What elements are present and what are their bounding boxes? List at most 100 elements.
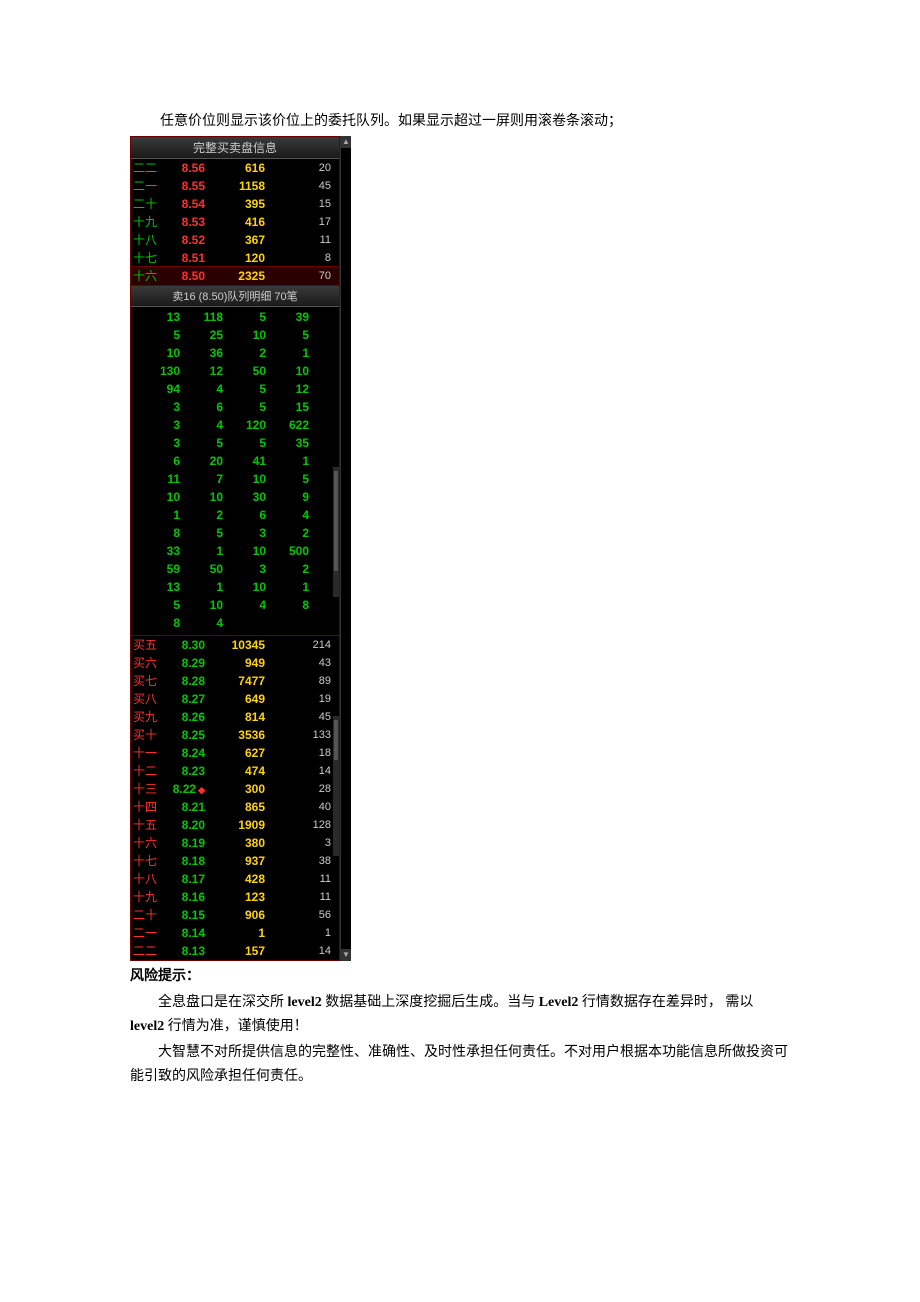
row-label: 十八 — [133, 870, 161, 888]
row-price: 8.15 — [161, 906, 205, 924]
queue-cell: 10 — [223, 579, 266, 595]
depth-row[interactable]: 十七8.1893738 — [131, 852, 339, 870]
row-volume: 416 — [205, 213, 265, 231]
queue-cell: 622 — [266, 417, 309, 433]
depth-row[interactable]: 十八8.1742811 — [131, 870, 339, 888]
depth-row[interactable]: 买五8.3010345214 — [131, 636, 339, 654]
main-scrollbar[interactable]: ▲ ▼ — [340, 136, 351, 961]
depth-row[interactable]: 二十8.5439515 — [131, 195, 339, 213]
depth-row[interactable]: 二一8.1411 — [131, 924, 339, 942]
depth-row[interactable]: 十一8.2462718 — [131, 744, 339, 762]
row-volume: 7477 — [205, 672, 265, 690]
depth-row[interactable]: 十四8.2186540 — [131, 798, 339, 816]
depth-row[interactable]: 十九8.5341617 — [131, 213, 339, 231]
row-price: 8.20 — [161, 816, 205, 834]
depth-row[interactable]: 二二8.1315714 — [131, 942, 339, 960]
queue-scrollbar[interactable] — [333, 467, 339, 597]
row-label: 十六 — [133, 834, 161, 852]
queue-cell: 4 — [180, 381, 223, 397]
depth-row[interactable]: 二一8.55115845 — [131, 177, 339, 195]
row-volume: 649 — [205, 690, 265, 708]
row-price: 8.30 — [161, 636, 205, 654]
depth-row[interactable]: 买九8.2681445 — [131, 708, 339, 726]
queue-cell: 8 — [137, 615, 180, 631]
queue-cell: 10 — [137, 489, 180, 505]
row-price: 8.22◆ — [161, 780, 205, 799]
row-count: 38 — [265, 852, 335, 870]
scroll-up-icon[interactable]: ▲ — [341, 136, 351, 148]
depth-row[interactable]: 二十8.1590656 — [131, 906, 339, 924]
queue-cell: 11 — [137, 471, 180, 487]
row-volume: 123 — [205, 888, 265, 906]
queue-cell: 12 — [266, 381, 309, 397]
row-label: 买六 — [133, 654, 161, 672]
queue-cell: 5 — [266, 471, 309, 487]
queue-cell: 5 — [223, 399, 266, 415]
buy-scroll-thumb[interactable] — [334, 720, 338, 760]
queue-cell — [223, 615, 266, 631]
queue-cell: 5 — [266, 327, 309, 343]
row-count: 45 — [265, 177, 335, 195]
row-volume: 157 — [205, 942, 265, 960]
row-label: 十七 — [133, 852, 161, 870]
depth-row[interactable]: 十六8.50232570 — [131, 267, 339, 285]
row-count: 11 — [265, 870, 335, 888]
row-label: 二一 — [133, 177, 161, 195]
queue-cell: 1 — [266, 579, 309, 595]
scroll-down-icon[interactable]: ▼ — [341, 949, 351, 961]
queue-cell: 1 — [180, 579, 223, 595]
row-label: 买七 — [133, 672, 161, 690]
depth-row[interactable]: 二二8.5661620 — [131, 159, 339, 177]
depth-row[interactable]: 十六8.193803 — [131, 834, 339, 852]
queue-cell: 36 — [180, 345, 223, 361]
row-count: 11 — [265, 231, 335, 249]
buy-scrollbar[interactable] — [333, 716, 339, 856]
row-label: 二二 — [133, 942, 161, 960]
depth-row[interactable]: 十二8.2347414 — [131, 762, 339, 780]
row-count: 28 — [265, 780, 335, 798]
depth-row[interactable]: 买六8.2994943 — [131, 654, 339, 672]
queue-cell: 4 — [223, 597, 266, 613]
queue-cell: 9 — [266, 489, 309, 505]
risk-section: 风险提示： 全息盘口是在深交所 level2 数据基础上深度挖掘后生成。当与 L… — [130, 965, 790, 1089]
queue-cell: 41 — [223, 453, 266, 469]
queue-cell: 25 — [180, 327, 223, 343]
queue-cell: 10 — [180, 597, 223, 613]
row-volume: 367 — [205, 231, 265, 249]
queue-cell: 120 — [223, 417, 266, 433]
row-label: 十八 — [133, 231, 161, 249]
depth-row[interactable]: 十三8.22◆30028 — [131, 780, 339, 798]
row-price: 8.24 — [161, 744, 205, 762]
depth-row[interactable]: 买七8.28747789 — [131, 672, 339, 690]
depth-row[interactable]: 十九8.1612311 — [131, 888, 339, 906]
depth-row[interactable]: 买八8.2764919 — [131, 690, 339, 708]
intro-text: 任意价位则显示该价位上的委托队列。如果显示超过一屏则用滚卷条滚动； — [160, 110, 790, 130]
row-count: 14 — [265, 942, 335, 960]
queue-cell: 7 — [180, 471, 223, 487]
queue-cell: 10 — [266, 363, 309, 379]
depth-row[interactable]: 买十8.253536133 — [131, 726, 339, 744]
queue-cell: 2 — [266, 561, 309, 577]
depth-row[interactable]: 十七8.511208 — [131, 249, 339, 267]
queue-cell: 3 — [137, 435, 180, 451]
row-count: 128 — [265, 816, 335, 834]
row-volume: 474 — [205, 762, 265, 780]
row-volume: 380 — [205, 834, 265, 852]
row-count: 40 — [265, 798, 335, 816]
row-label: 二十 — [133, 906, 161, 924]
row-label: 十二 — [133, 762, 161, 780]
row-price: 8.56 — [161, 159, 205, 177]
queue-cell: 1 — [137, 507, 180, 523]
row-price: 8.28 — [161, 672, 205, 690]
queue-scroll-thumb[interactable] — [334, 471, 338, 571]
row-price: 8.18 — [161, 852, 205, 870]
depth-row[interactable]: 十五8.201909128 — [131, 816, 339, 834]
queue-cell: 10 — [223, 471, 266, 487]
queue-cell: 5 — [223, 435, 266, 451]
row-volume: 865 — [205, 798, 265, 816]
row-label: 十九 — [133, 888, 161, 906]
queue-cell: 6 — [180, 399, 223, 415]
depth-row[interactable]: 十八8.5236711 — [131, 231, 339, 249]
row-price: 8.52 — [161, 231, 205, 249]
row-price: 8.13 — [161, 942, 205, 960]
